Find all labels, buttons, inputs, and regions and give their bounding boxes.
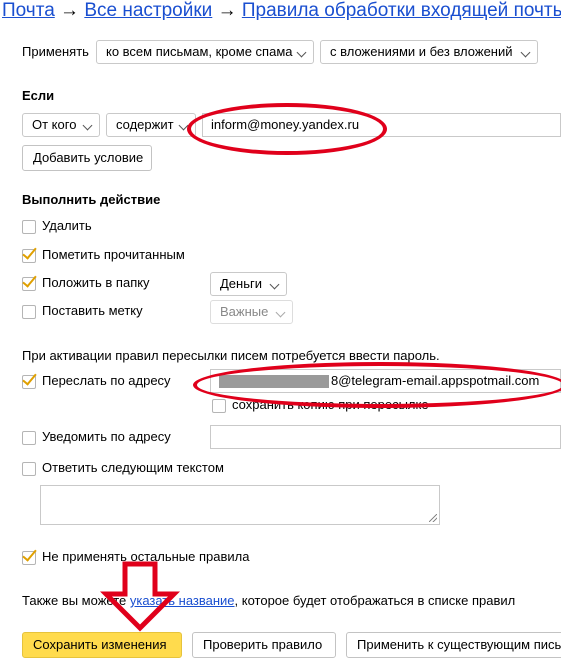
condition-heading: Если: [22, 88, 55, 103]
save-changes-button[interactable]: Сохранить изменения: [22, 632, 182, 658]
breadcrumb-mail-link[interactable]: Почта: [2, 0, 55, 21]
chevron-down-icon: [520, 47, 531, 58]
delete-label: Удалить: [42, 218, 92, 233]
condition-field-select[interactable]: От кого: [22, 113, 100, 137]
save-copy-checkbox[interactable]: [212, 398, 226, 413]
apply-attachments-value: с вложениями и без вложений: [330, 44, 513, 59]
name-hint: Также вы можете указать название, которо…: [22, 593, 515, 608]
reply-textarea[interactable]: [40, 485, 440, 525]
condition-operator-select[interactable]: содержит: [106, 113, 196, 137]
add-condition-button[interactable]: Добавить условие: [22, 145, 152, 171]
apply-attachments-select[interactable]: с вложениями и без вложений: [320, 40, 538, 64]
action-mark-read[interactable]: Пометить прочитанным: [22, 246, 185, 264]
folder-value: Деньги: [220, 276, 262, 291]
move-folder-label: Положить в папку: [42, 275, 150, 290]
forward-checkbox[interactable]: [22, 374, 36, 389]
apply-label: Применять: [22, 44, 89, 59]
annotation-oval: [193, 362, 561, 408]
forwarding-notice: При активации правил пересылки писем пот…: [22, 348, 440, 363]
action-forward[interactable]: Переслать по адресу: [22, 372, 171, 390]
arrow-down-icon: [100, 561, 180, 632]
condition-operator-value: содержит: [116, 117, 174, 132]
condition-field-value: От кого: [32, 117, 77, 132]
folder-select[interactable]: Деньги: [210, 272, 287, 296]
breadcrumb-separator: →: [60, 0, 80, 21]
name-hint-after: , которое будет отображаться в списке пр…: [234, 593, 516, 608]
action-move-folder[interactable]: Положить в папку: [22, 274, 150, 292]
stop-rules-checkbox[interactable]: [22, 550, 36, 565]
label-value: Важные: [220, 304, 269, 319]
breadcrumb-settings-link[interactable]: Все настройки: [84, 0, 212, 21]
action-delete[interactable]: Удалить: [22, 217, 92, 235]
chevron-down-icon: [269, 279, 280, 290]
breadcrumb: Почта → Все настройки → Правила обработк…: [2, 0, 561, 22]
resize-grip-icon[interactable]: [429, 514, 437, 522]
notify-label: Уведомить по адресу: [42, 429, 171, 444]
apply-scope-value: ко всем письмам, кроме спама: [106, 44, 293, 59]
action-notify[interactable]: Уведомить по адресу: [22, 428, 171, 446]
chevron-down-icon: [275, 307, 286, 318]
breadcrumb-separator: →: [217, 0, 237, 21]
annotation-oval: [187, 103, 387, 155]
delete-checkbox[interactable]: [22, 219, 36, 234]
apply-scope-select[interactable]: ко всем письмам, кроме спама: [96, 40, 314, 64]
apply-existing-button[interactable]: Применить к существующим письмам: [346, 632, 561, 658]
label-select[interactable]: Важные: [210, 300, 293, 324]
chevron-down-icon: [82, 120, 93, 131]
chevron-down-icon: [296, 47, 307, 58]
forward-label: Переслать по адресу: [42, 373, 171, 388]
reply-label: Ответить следующим текстом: [42, 460, 224, 475]
reply-checkbox[interactable]: [22, 461, 36, 476]
set-label-checkbox[interactable]: [22, 304, 36, 319]
notify-checkbox[interactable]: [22, 430, 36, 445]
mark-read-label: Пометить прочитанным: [42, 247, 185, 262]
actions-heading: Выполнить действие: [22, 192, 161, 207]
move-folder-checkbox[interactable]: [22, 276, 36, 291]
notify-address-input[interactable]: [210, 425, 561, 449]
check-rule-button[interactable]: Проверить правило: [192, 632, 336, 658]
action-reply[interactable]: Ответить следующим текстом: [22, 459, 224, 477]
mark-read-checkbox[interactable]: [22, 248, 36, 263]
breadcrumb-rules-link[interactable]: Правила обработки входящей почты: [242, 0, 561, 21]
set-label-label: Поставить метку: [42, 303, 143, 318]
action-set-label[interactable]: Поставить метку: [22, 302, 143, 320]
